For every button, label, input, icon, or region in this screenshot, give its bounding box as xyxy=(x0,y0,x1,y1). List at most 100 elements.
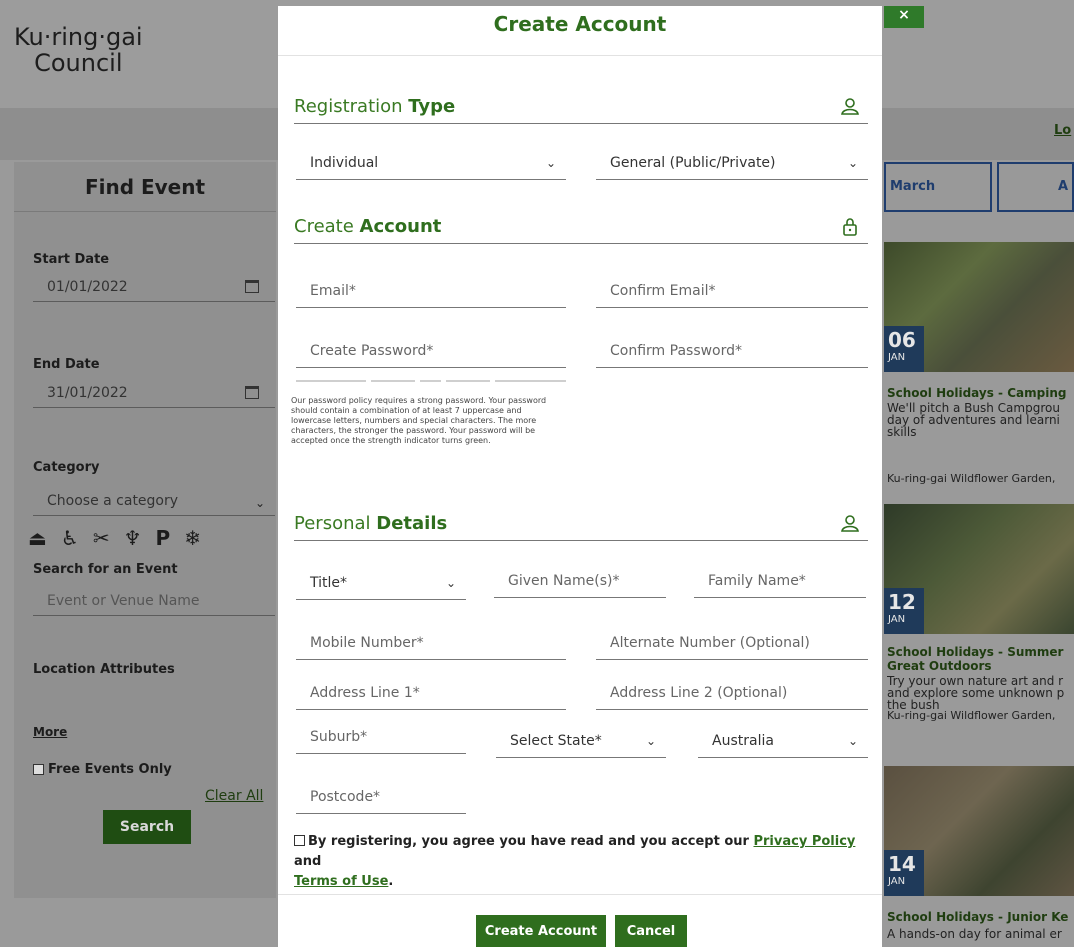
lock-icon xyxy=(843,218,857,236)
confirm-email-placeholder: Confirm Email* xyxy=(610,283,716,299)
modal-footer: Create Account Cancel xyxy=(278,894,882,947)
section-title: Create Account xyxy=(294,216,441,237)
event-title[interactable]: School Holidays - Junior Ke xyxy=(887,910,1074,924)
section-title: Personal Details xyxy=(294,513,447,534)
section-title-bold: Type xyxy=(408,96,456,117)
search-button[interactable]: Search xyxy=(103,810,191,844)
month-tab-march[interactable]: March xyxy=(884,162,992,212)
postcode-placeholder: Postcode* xyxy=(310,789,381,805)
start-date-value: 01/01/2022 xyxy=(47,279,128,295)
logo-line-2: Council xyxy=(34,49,123,77)
calendar-icon[interactable] xyxy=(245,280,259,293)
calendar-icon[interactable] xyxy=(245,386,259,399)
section-title-bold: Details xyxy=(376,513,448,534)
create-account-button[interactable]: Create Account xyxy=(476,915,606,947)
registration-type-value: Individual xyxy=(310,155,379,171)
free-events-only-checkbox[interactable]: Free Events Only xyxy=(33,762,172,777)
event-day: 12 xyxy=(888,590,916,614)
month-tab-next[interactable]: A xyxy=(997,162,1074,212)
terms-of-use-link[interactable]: Terms of Use xyxy=(294,874,388,889)
family-name-placeholder: Family Name* xyxy=(708,573,806,589)
location-attributes-label: Location Attributes xyxy=(33,662,175,677)
event-month: JAN xyxy=(888,876,906,887)
bbq-icon[interactable]: ✂ xyxy=(93,526,110,550)
create-account-section: Create Account xyxy=(294,206,868,244)
air-conditioning-icon[interactable]: ❄ xyxy=(184,526,201,550)
chevron-down-icon: ⌄ xyxy=(254,496,265,510)
confirm-email-field[interactable]: Confirm Email* xyxy=(596,278,868,308)
search-event-input[interactable]: Event or Venue Name xyxy=(33,588,275,616)
search-event-label: Search for an Event xyxy=(33,562,178,577)
event-location: Ku-ring-gai Wildflower Garden, xyxy=(887,709,1056,722)
chevron-down-icon: ⌄ xyxy=(445,576,456,590)
event-day: 06 xyxy=(888,328,916,352)
event-day: 14 xyxy=(888,852,916,876)
registration-category-select[interactable]: General (Public/Private) ⌄ xyxy=(596,150,868,180)
close-modal-button[interactable]: × xyxy=(884,6,924,28)
event-image[interactable]: 12 JAN xyxy=(884,504,1074,634)
confirm-password-field[interactable]: Confirm Password* xyxy=(596,338,868,368)
country-select[interactable]: Australia ⌄ xyxy=(698,728,868,758)
title-select[interactable]: Title* ⌄ xyxy=(296,570,466,600)
event-description: We'll pitch a Bush Campgrou day of adven… xyxy=(887,402,1060,438)
privacy-policy-link[interactable]: Privacy Policy xyxy=(753,834,855,849)
chevron-down-icon: ⌄ xyxy=(645,734,656,748)
section-title-light: Personal xyxy=(294,513,377,534)
agree-checkbox[interactable] xyxy=(294,835,305,846)
location-attribute-icons: ⏏ ♿ ✂ ♆ P ❄ xyxy=(28,526,201,550)
date-badge: 12 JAN xyxy=(884,588,924,634)
category-value: Choose a category xyxy=(47,493,179,509)
parking-icon[interactable]: P xyxy=(156,526,171,550)
start-date-label: Start Date xyxy=(33,252,110,267)
chevron-down-icon: ⌄ xyxy=(847,156,858,170)
family-name-field[interactable]: Family Name* xyxy=(694,568,866,598)
cancel-button[interactable]: Cancel xyxy=(615,915,687,947)
section-title-light: Create xyxy=(294,216,360,237)
create-password-placeholder: Create Password* xyxy=(310,343,434,359)
category-select[interactable]: Choose a category ⌄ xyxy=(33,488,275,516)
more-link[interactable]: More xyxy=(33,725,67,739)
event-image[interactable]: 14 JAN xyxy=(884,766,1074,896)
user-icon xyxy=(841,98,859,115)
event-month: JAN xyxy=(888,352,906,363)
password-strength-segment xyxy=(446,380,490,382)
agree-text: By registering, you agree you have read … xyxy=(308,834,754,849)
toilet-icon[interactable]: ⏏ xyxy=(28,526,47,550)
suburb-field[interactable]: Suburb* xyxy=(296,724,466,754)
email-placeholder: Email* xyxy=(310,283,356,299)
chevron-down-icon: ⌄ xyxy=(847,734,858,748)
checkbox[interactable] xyxy=(33,764,44,775)
end-date-field[interactable]: 31/01/2022 xyxy=(33,380,275,408)
search-event-placeholder: Event or Venue Name xyxy=(47,593,200,609)
given-name-field[interactable]: Given Name(s)* xyxy=(494,568,666,598)
create-password-field[interactable]: Create Password* xyxy=(296,338,566,368)
postcode-field[interactable]: Postcode* xyxy=(296,784,466,814)
registration-type-select[interactable]: Individual ⌄ xyxy=(296,150,566,180)
start-date-field[interactable]: 01/01/2022 xyxy=(33,274,275,302)
event-image[interactable]: 06 JAN xyxy=(884,242,1074,372)
free-events-only-label: Free Events Only xyxy=(48,762,172,777)
state-select[interactable]: Select State* ⌄ xyxy=(496,728,666,758)
event-title[interactable]: School Holidays - Summer xyxy=(887,645,1074,659)
login-link[interactable]: Lo xyxy=(1054,123,1071,138)
event-location: Ku-ring-gai Wildflower Garden, xyxy=(887,472,1056,485)
event-title[interactable]: School Holidays - Camping xyxy=(887,386,1074,400)
email-field[interactable]: Email* xyxy=(296,278,566,308)
event-title-line-2[interactable]: Great Outdoors xyxy=(887,659,1074,673)
mobile-number-field[interactable]: Mobile Number* xyxy=(296,630,566,660)
alternate-number-field[interactable]: Alternate Number (Optional) xyxy=(596,630,868,660)
event-description: Try your own nature art and r and explor… xyxy=(887,675,1065,711)
agree-and-text: and xyxy=(294,854,322,869)
picnic-icon[interactable]: ♆ xyxy=(124,526,142,550)
accessible-icon[interactable]: ♿ xyxy=(61,526,79,550)
address-line-2-field[interactable]: Address Line 2 (Optional) xyxy=(596,680,868,710)
address-line-1-field[interactable]: Address Line 1* xyxy=(296,680,566,710)
section-title: Registration Type xyxy=(294,96,455,117)
clear-all-link[interactable]: Clear All xyxy=(205,788,263,804)
registration-type-section: Registration Type xyxy=(294,86,868,124)
council-logo[interactable]: Ku·ring·gai Council xyxy=(14,24,143,76)
password-strength-segment xyxy=(371,380,415,382)
state-value: Select State* xyxy=(510,733,602,749)
category-label: Category xyxy=(33,460,100,475)
date-badge: 14 JAN xyxy=(884,850,924,896)
